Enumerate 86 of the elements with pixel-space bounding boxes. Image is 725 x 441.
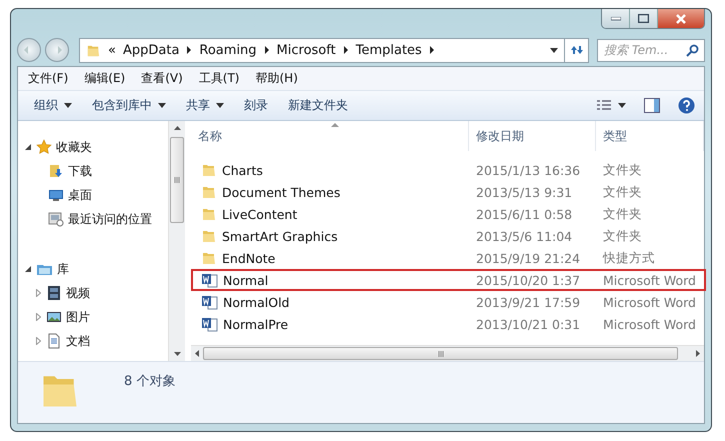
grip-icon	[438, 350, 444, 356]
overflow-chevron[interactable]: «	[108, 42, 116, 58]
nav-item[interactable]: 最近访问的位置	[18, 207, 168, 231]
breadcrumb-arrow-icon[interactable]	[428, 46, 435, 54]
picture-icon	[46, 309, 62, 325]
toolbar-button[interactable]: 刻录	[234, 94, 278, 117]
toolbar-button[interactable]: 共享	[176, 94, 234, 117]
highlighted-file-row[interactable]: Normal 2015/10/20 1:37 Microsoft Word	[191, 269, 706, 291]
toolbar-button[interactable]: 包含到库中	[82, 94, 176, 117]
desktop-icon	[48, 187, 64, 203]
column-header[interactable]: 修改日期	[469, 121, 596, 151]
scroll-left-icon[interactable]	[195, 350, 199, 357]
nav-item[interactable]: 下载	[18, 159, 168, 183]
recent-places-icon	[48, 211, 64, 227]
search-icon[interactable]	[686, 44, 699, 57]
minimize-icon	[610, 16, 620, 20]
file-row[interactable]: Charts 2015/1/13 16:36 文件夹	[191, 159, 704, 181]
sort-indicator-icon	[331, 123, 339, 127]
details-view-icon	[596, 100, 612, 112]
document-icon	[46, 333, 62, 349]
maximize-icon	[638, 14, 649, 23]
caret-icon	[550, 48, 558, 53]
minimize-button[interactable]	[602, 9, 630, 28]
collapsed-triangle-icon[interactable]	[34, 289, 42, 297]
maximize-button[interactable]	[630, 9, 658, 28]
file-row[interactable]: NormalPre 2013/10/21 0:31 Microsoft Word	[191, 313, 704, 335]
nav-item[interactable]: 文档	[18, 329, 168, 353]
search-field[interactable]: 搜索 Tem...	[597, 38, 705, 62]
file-row[interactable]: EndNote 2015/9/19 21:24 快捷方式	[191, 247, 704, 269]
download-folder-icon	[48, 163, 64, 179]
caret-icon	[64, 103, 72, 108]
close-icon	[675, 14, 687, 24]
breadcrumb[interactable]: AppData	[122, 42, 180, 58]
preview-pane-icon	[644, 98, 660, 113]
item-count: 8 个对象	[124, 373, 176, 390]
collapsed-triangle-icon[interactable]	[34, 337, 42, 345]
breadcrumb[interactable]: Roaming	[199, 42, 257, 58]
word-document-icon	[201, 316, 218, 332]
collapsed-triangle-icon[interactable]	[34, 313, 42, 321]
scroll-up-icon[interactable]	[174, 126, 180, 130]
star-icon	[36, 139, 52, 155]
nav-item[interactable]: 视频	[18, 281, 168, 305]
scroll-down-icon[interactable]	[174, 352, 180, 356]
grip-icon	[174, 177, 180, 183]
word-document-icon	[201, 294, 218, 310]
refresh-button[interactable]	[565, 38, 589, 63]
breadcrumb[interactable]: Microsoft	[276, 42, 336, 58]
word-document-icon	[201, 272, 218, 288]
scroll-right-icon[interactable]	[696, 350, 700, 357]
horizontal-scrollbar[interactable]	[191, 345, 704, 361]
column-header[interactable]: 类型	[596, 121, 704, 151]
folder-icon	[201, 184, 217, 200]
caret-icon	[618, 103, 626, 108]
caret-icon	[158, 103, 166, 108]
menu-item[interactable]: 工具(T)	[192, 68, 246, 89]
menu-item[interactable]: 帮助(H)	[250, 68, 304, 89]
expanded-triangle-icon[interactable]	[24, 266, 32, 272]
close-button[interactable]	[658, 9, 704, 28]
file-row[interactable]: SmartArt Graphics 2013/5/6 11:04 文件夹	[191, 225, 704, 247]
caret-icon	[216, 103, 224, 108]
nav-item[interactable]: 桌面	[18, 183, 168, 207]
refresh-icon	[570, 44, 584, 56]
film-icon	[46, 285, 62, 301]
folder-icon	[201, 250, 217, 266]
help-icon	[678, 97, 695, 114]
file-row[interactable]: NormalOld 2013/9/21 17:59 Microsoft Word	[191, 291, 704, 313]
toolbar-button[interactable]: 组织	[24, 94, 82, 117]
file-row[interactable]: Document Themes 2013/5/13 9:31 文件夹	[191, 181, 704, 203]
menu-item[interactable]: 文件(F)	[22, 68, 74, 89]
breadcrumb-arrow-icon[interactable]	[186, 46, 192, 54]
expanded-triangle-icon[interactable]	[24, 144, 32, 150]
folder-icon	[201, 162, 217, 178]
breadcrumb[interactable]: Templates	[356, 42, 422, 58]
nav-item[interactable]: 图片	[18, 305, 168, 329]
folder-icon	[201, 206, 217, 222]
nav-item[interactable]: 收藏夹	[18, 135, 168, 159]
address-bar[interactable]: « AppData Roaming Microsoft Templates	[79, 38, 565, 63]
menu-item[interactable]: 查看(V)	[135, 68, 189, 89]
vertical-scrollbar[interactable]	[168, 121, 185, 361]
folder-icon	[201, 228, 217, 244]
breadcrumb-arrow-icon[interactable]	[342, 46, 349, 54]
breadcrumb-arrow-icon[interactable]	[264, 46, 270, 54]
file-row[interactable]: LiveContent 2015/6/11 0:58 文件夹	[191, 203, 704, 225]
menu-item[interactable]: 编辑(E)	[78, 68, 132, 89]
nav-item[interactable]: 库	[18, 257, 168, 281]
toolbar-button[interactable]: 新建文件夹	[278, 94, 358, 117]
